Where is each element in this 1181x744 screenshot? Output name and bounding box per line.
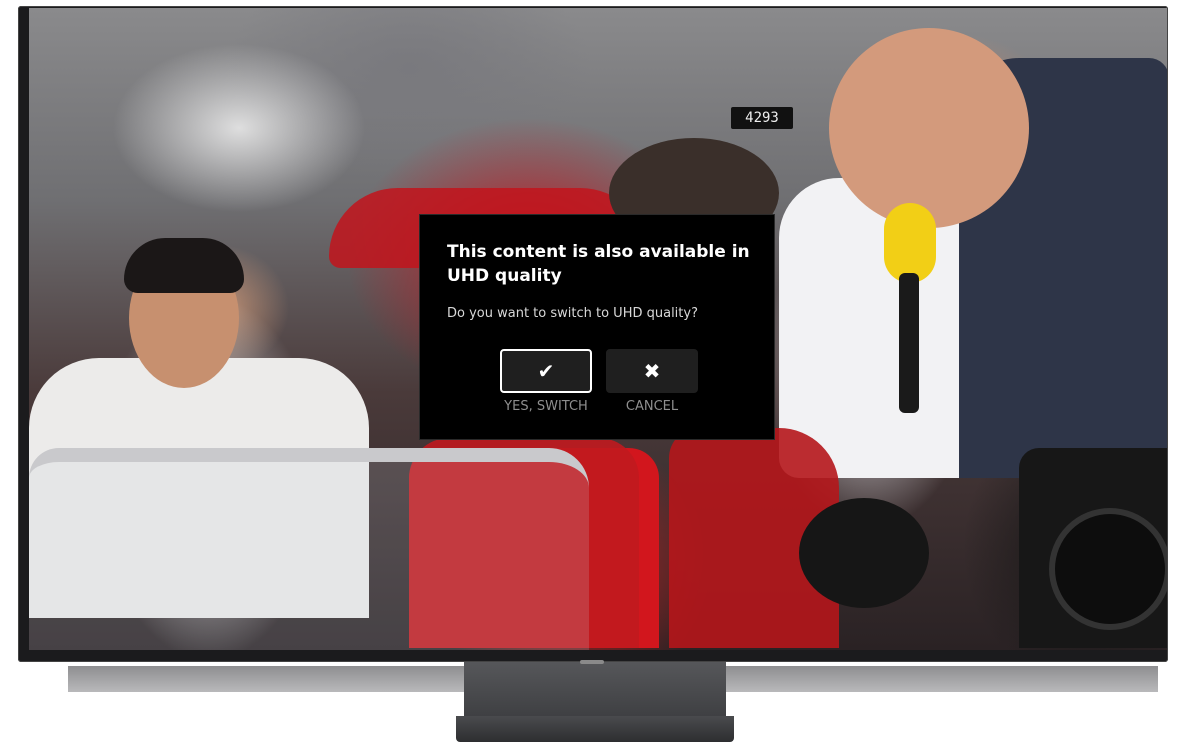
close-icon: ✖	[643, 359, 661, 383]
background-photo-windscreen	[29, 448, 589, 650]
car-plate: 4293	[731, 107, 793, 129]
tv-brand-logo	[580, 660, 604, 664]
microphone-image	[884, 203, 936, 283]
background-photo-driver-hair	[124, 238, 244, 293]
dialog-title: This content is also available in UHD qu…	[447, 242, 750, 286]
dialog-question: Do you want to switch to UHD quality?	[447, 306, 698, 321]
yes-switch-button[interactable]: ✔	[500, 349, 592, 393]
microphone-handle-image	[899, 273, 919, 413]
tv-stand-neck	[464, 662, 726, 718]
uhd-switch-dialog: This content is also available in UHD qu…	[419, 214, 775, 440]
tv-stand-base	[456, 716, 734, 742]
check-icon: ✔	[537, 359, 555, 383]
cancel-button[interactable]: ✖	[606, 349, 698, 393]
cancel-label: CANCEL	[625, 399, 679, 414]
yes-switch-label: YES, SWITCH	[504, 399, 588, 414]
background-photo-reporter-head	[829, 28, 1029, 228]
background-photo-camera-lens	[1049, 508, 1167, 630]
background-photo-camera	[799, 498, 929, 608]
